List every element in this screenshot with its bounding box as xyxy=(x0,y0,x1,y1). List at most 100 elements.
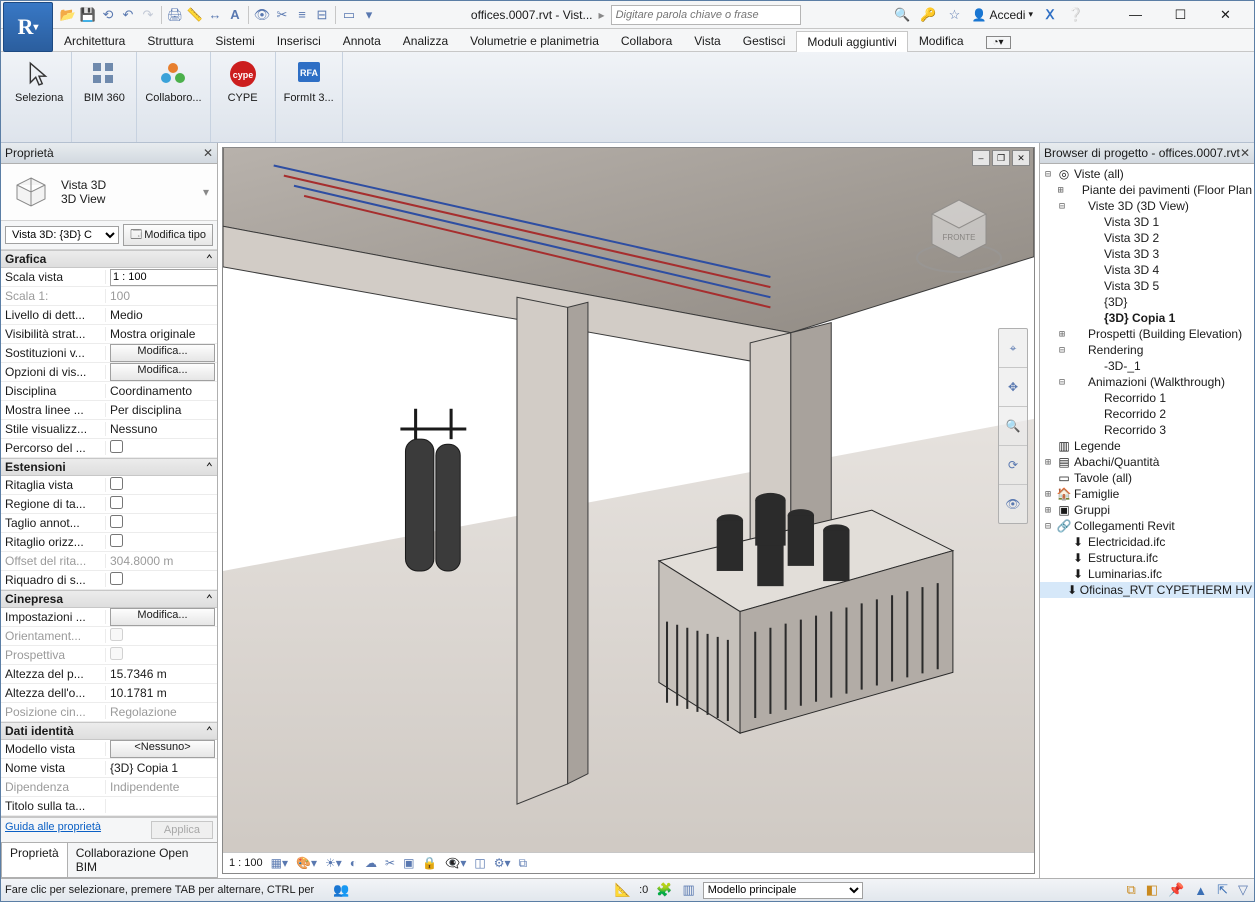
view-close-button[interactable]: ✕ xyxy=(1012,150,1030,166)
switch-windows-icon[interactable]: ▭ xyxy=(340,6,358,24)
ribbon-tab-modifica[interactable]: Modifica xyxy=(908,30,975,51)
editable-only-icon[interactable]: 📐 xyxy=(613,882,633,898)
select-button[interactable]: Seleziona xyxy=(13,56,65,106)
show-hidden-lines[interactable]: Per disciplina xyxy=(106,403,217,417)
sync-icon[interactable]: ⟲ xyxy=(99,6,117,24)
tree-item[interactable]: ⊟◎Viste (all) xyxy=(1040,166,1254,182)
tree-item[interactable]: ⊞🏠Famiglie xyxy=(1040,486,1254,502)
tab-properties[interactable]: Proprietà xyxy=(1,843,68,878)
group-cinepresa[interactable]: Cinepresa⌃ xyxy=(1,590,217,608)
worksets-icon[interactable]: 👥 xyxy=(331,882,351,898)
view-restore-button[interactable]: ❐ xyxy=(992,150,1010,166)
analytical-model-icon[interactable]: ⚙▾ xyxy=(494,856,511,870)
full-nav-wheel-button[interactable]: ⌖ xyxy=(999,329,1027,368)
tab-openbim[interactable]: Collaborazione Open BIM xyxy=(67,843,218,878)
visual-style[interactable]: Nessuno xyxy=(106,422,217,436)
undo-icon[interactable]: ↶ xyxy=(119,6,137,24)
render-settings-button[interactable]: Modifica... xyxy=(110,608,215,626)
apply-button[interactable]: Applica xyxy=(151,821,213,839)
chevron-down-icon[interactable]: ▾ xyxy=(203,185,209,199)
tree-item[interactable]: {3D} xyxy=(1040,294,1254,310)
tree-item[interactable]: ⊟Animazioni (Walkthrough) xyxy=(1040,374,1254,390)
signin-button[interactable]: 👤Accedi▾ xyxy=(971,8,1033,22)
design-options-combo[interactable]: Modello principale xyxy=(703,882,863,899)
bim360-button[interactable]: BIM 360 xyxy=(82,56,127,106)
formit-button[interactable]: RFA FormIt 3... xyxy=(282,56,336,106)
graphic-display-button[interactable]: Modifica... xyxy=(110,363,215,381)
tree-item[interactable]: ⊟Rendering xyxy=(1040,342,1254,358)
tree-item[interactable]: ▭Tavole (all) xyxy=(1040,470,1254,486)
eye-elevation[interactable]: 15.7346 m xyxy=(106,667,217,681)
pan-button[interactable]: ✥ xyxy=(999,368,1027,407)
show-crop-region-icon[interactable]: ▣ xyxy=(403,856,414,870)
sun-path-checkbox[interactable] xyxy=(110,440,123,453)
orbit-button[interactable]: ⟳ xyxy=(999,446,1027,485)
properties-help-link[interactable]: Guida alle proprietà xyxy=(5,821,101,839)
sun-path-icon[interactable]: ☀▾ xyxy=(325,856,342,870)
tree-item[interactable]: ⬇Oficinas_RVT CYPETHERM HV xyxy=(1040,582,1254,598)
ribbon-tab-extra[interactable]: ◔▾ xyxy=(975,30,1022,51)
instance-combo[interactable]: Vista 3D: {3D} C xyxy=(5,226,119,244)
edit-type-button[interactable]: 🗔Modifica tipo xyxy=(123,224,213,246)
ribbon-tab-sistemi[interactable]: Sistemi xyxy=(204,30,265,51)
tree-item[interactable]: Recorrido 2 xyxy=(1040,406,1254,422)
detail-level[interactable]: Medio xyxy=(106,308,217,322)
tree-item[interactable]: ⊟🔗Collegamenti Revit xyxy=(1040,518,1254,534)
crop-region-checkbox[interactable] xyxy=(110,496,123,509)
ribbon-tab-architettura[interactable]: Architettura xyxy=(53,30,136,51)
search-icon[interactable]: 🔍 xyxy=(893,6,911,24)
vg-overrides-button[interactable]: Modifica... xyxy=(110,344,215,362)
ribbon-tab-annota[interactable]: Annota xyxy=(332,30,392,51)
favorite-icon[interactable]: ☆ xyxy=(945,6,963,24)
ribbon-tab-volumetrie-e-planimetria[interactable]: Volumetrie e planimetria xyxy=(459,30,610,51)
filter-selection-icon[interactable]: ▽ xyxy=(1236,882,1250,898)
redo-icon[interactable]: ↷ xyxy=(139,6,157,24)
key-icon[interactable]: 🔑 xyxy=(919,6,937,24)
discipline[interactable]: Coordinamento xyxy=(106,384,217,398)
tree-item[interactable]: Recorrido 3 xyxy=(1040,422,1254,438)
exchange-icon[interactable]: Ⅹ xyxy=(1041,6,1059,24)
shadows-icon[interactable]: ◐ xyxy=(350,856,357,870)
tree-item[interactable]: ⬇Luminarias.ifc xyxy=(1040,566,1254,582)
app-menu-button[interactable]: R▾ xyxy=(3,2,53,52)
ribbon-tab-struttura[interactable]: Struttura xyxy=(136,30,204,51)
target-elevation[interactable]: 10.1781 m xyxy=(106,686,217,700)
view-name[interactable]: {3D} Copia 1 xyxy=(106,761,217,775)
temporary-hide-icon[interactable]: 👁‍🗨▾ xyxy=(445,856,466,870)
tree-item[interactable]: -3D-_1 xyxy=(1040,358,1254,374)
maximize-button[interactable]: ☐ xyxy=(1158,1,1203,28)
scale-input[interactable] xyxy=(110,269,217,286)
title-chevron-icon[interactable]: ▸ xyxy=(599,8,605,22)
tree-item[interactable]: ⊞Piante dei pavimenti (Floor Plan xyxy=(1040,182,1254,198)
group-estensioni[interactable]: Estensioni⌃ xyxy=(1,458,217,476)
view-icon[interactable]: 👁 xyxy=(253,6,271,24)
select-links-icon[interactable]: ⧉ xyxy=(1124,882,1137,898)
crop-view-icon[interactable]: ✂ xyxy=(385,856,395,870)
search-input[interactable] xyxy=(611,5,801,25)
measure-icon[interactable]: 📏 xyxy=(186,6,204,24)
drag-elements-icon[interactable]: ⇱ xyxy=(1215,882,1230,898)
dimension-icon[interactable]: ↔ xyxy=(206,6,224,24)
far-clip-checkbox[interactable] xyxy=(110,534,123,547)
close-button[interactable]: ✕ xyxy=(1203,1,1248,28)
detail-level-icon[interactable]: ▦▾ xyxy=(271,856,288,870)
group-grafica[interactable]: Grafica⌃ xyxy=(1,250,217,268)
tree-item[interactable]: Vista 3D 1 xyxy=(1040,214,1254,230)
tree-item[interactable]: Vista 3D 4 xyxy=(1040,262,1254,278)
type-selector[interactable]: Vista 3D 3D View ▾ xyxy=(1,164,217,221)
section-icon[interactable]: ✂ xyxy=(273,6,291,24)
tree-item[interactable]: Vista 3D 2 xyxy=(1040,230,1254,246)
tree-item[interactable]: ⊞Prospetti (Building Elevation) xyxy=(1040,326,1254,342)
filter-icon[interactable]: 🧩 xyxy=(654,882,674,898)
close-icon[interactable]: ✕ xyxy=(1240,146,1250,160)
tree-item[interactable]: ⊞▤Abachi/Quantità xyxy=(1040,454,1254,470)
lookat-button[interactable]: 👁 xyxy=(999,485,1027,523)
view-template-button[interactable]: <Nessuno> xyxy=(110,740,215,758)
view-minimize-button[interactable]: – xyxy=(972,150,990,166)
tree-item[interactable]: ⊞▣Gruppi xyxy=(1040,502,1254,518)
customize-qat-icon[interactable]: ▾ xyxy=(360,6,378,24)
tree-item[interactable]: Vista 3D 3 xyxy=(1040,246,1254,262)
view-canvas[interactable]: FRONTE ⌖ ✥ 🔍 ⟳ 👁 xyxy=(223,148,1034,852)
visual-style-icon[interactable]: 🎨▾ xyxy=(296,856,317,870)
reveal-hidden-icon[interactable]: ◫ xyxy=(474,856,485,870)
